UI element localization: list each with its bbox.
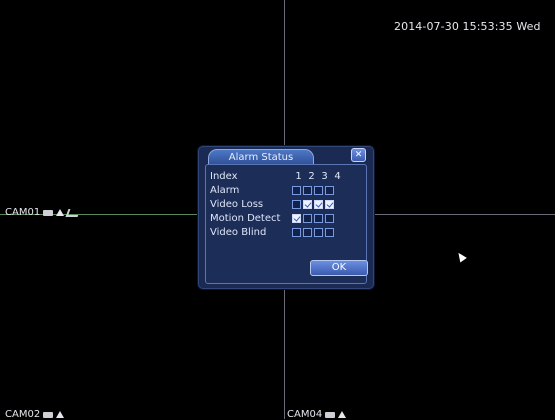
status-checkbox-channel-1 xyxy=(292,228,301,237)
close-button[interactable]: ✕ xyxy=(351,148,366,162)
status-checkbox-channel-3 xyxy=(314,186,323,195)
alarm-status-dialog: Alarm Status ✕ Index 1234 Alarm Video Lo… xyxy=(197,145,375,290)
record-icon xyxy=(325,411,336,418)
status-boxes xyxy=(292,228,336,239)
status-checkbox-channel-4 xyxy=(325,186,334,195)
channel-number: 3 xyxy=(321,171,328,182)
row-video-loss: Video Loss xyxy=(210,199,360,212)
camera-label-cam01: CAM01 xyxy=(5,207,81,218)
record-icon xyxy=(43,209,54,216)
status-boxes xyxy=(292,200,336,211)
row-label: Index xyxy=(210,171,238,182)
status-checkbox-channel-3 xyxy=(314,214,323,223)
camera-name: CAM01 xyxy=(5,207,41,218)
status-checkbox-channel-4 xyxy=(325,214,334,223)
row-label: Video Loss xyxy=(210,199,264,210)
row-label: Video Blind xyxy=(210,227,267,238)
status-boxes xyxy=(292,186,336,197)
motion-icon xyxy=(65,208,81,217)
mouse-cursor-icon xyxy=(455,250,467,263)
channel-number: 1 xyxy=(295,171,302,182)
row-index: Index 1234 xyxy=(210,171,360,184)
ok-button[interactable]: OK xyxy=(310,260,368,276)
datetime-display: 2014-07-30 15:53:35 Wed xyxy=(394,20,541,33)
status-boxes xyxy=(292,214,336,225)
channel-numbers: 1234 xyxy=(293,171,345,182)
row-alarm: Alarm xyxy=(210,185,360,198)
status-checkbox-channel-4 xyxy=(325,228,334,237)
channel-number: 4 xyxy=(334,171,341,182)
status-checkbox-channel-2 xyxy=(303,228,312,237)
status-checkbox-channel-1 xyxy=(292,200,301,209)
camera-label-cam02: CAM02 xyxy=(5,409,65,420)
status-checkbox-channel-4 xyxy=(325,200,334,209)
row-label: Alarm xyxy=(210,185,240,196)
status-checkbox-channel-1 xyxy=(292,214,301,223)
dialog-titlebar: Alarm Status ✕ xyxy=(198,146,374,165)
row-motion-detect: Motion Detect xyxy=(210,213,360,226)
camera-label-cam04: CAM04 xyxy=(287,409,347,420)
status-checkbox-channel-3 xyxy=(314,228,323,237)
record-icon xyxy=(43,411,54,418)
alarm-status-panel: Index 1234 Alarm Video Loss Motion Detec… xyxy=(205,164,368,284)
camera-name: CAM04 xyxy=(287,409,323,420)
camera-name: CAM02 xyxy=(5,409,41,420)
alarm-icon xyxy=(338,411,347,418)
status-checkbox-channel-2 xyxy=(303,186,312,195)
status-checkbox-channel-1 xyxy=(292,186,301,195)
alarm-icon xyxy=(56,411,65,418)
dialog-title-tab: Alarm Status xyxy=(208,149,314,165)
alarm-icon xyxy=(56,209,65,216)
status-checkbox-channel-3 xyxy=(314,200,323,209)
status-checkbox-channel-2 xyxy=(303,214,312,223)
row-label: Motion Detect xyxy=(210,213,281,224)
channel-number: 2 xyxy=(308,171,315,182)
status-checkbox-channel-2 xyxy=(303,200,312,209)
row-video-blind: Video Blind xyxy=(210,227,360,240)
dialog-title: Alarm Status xyxy=(228,152,294,163)
